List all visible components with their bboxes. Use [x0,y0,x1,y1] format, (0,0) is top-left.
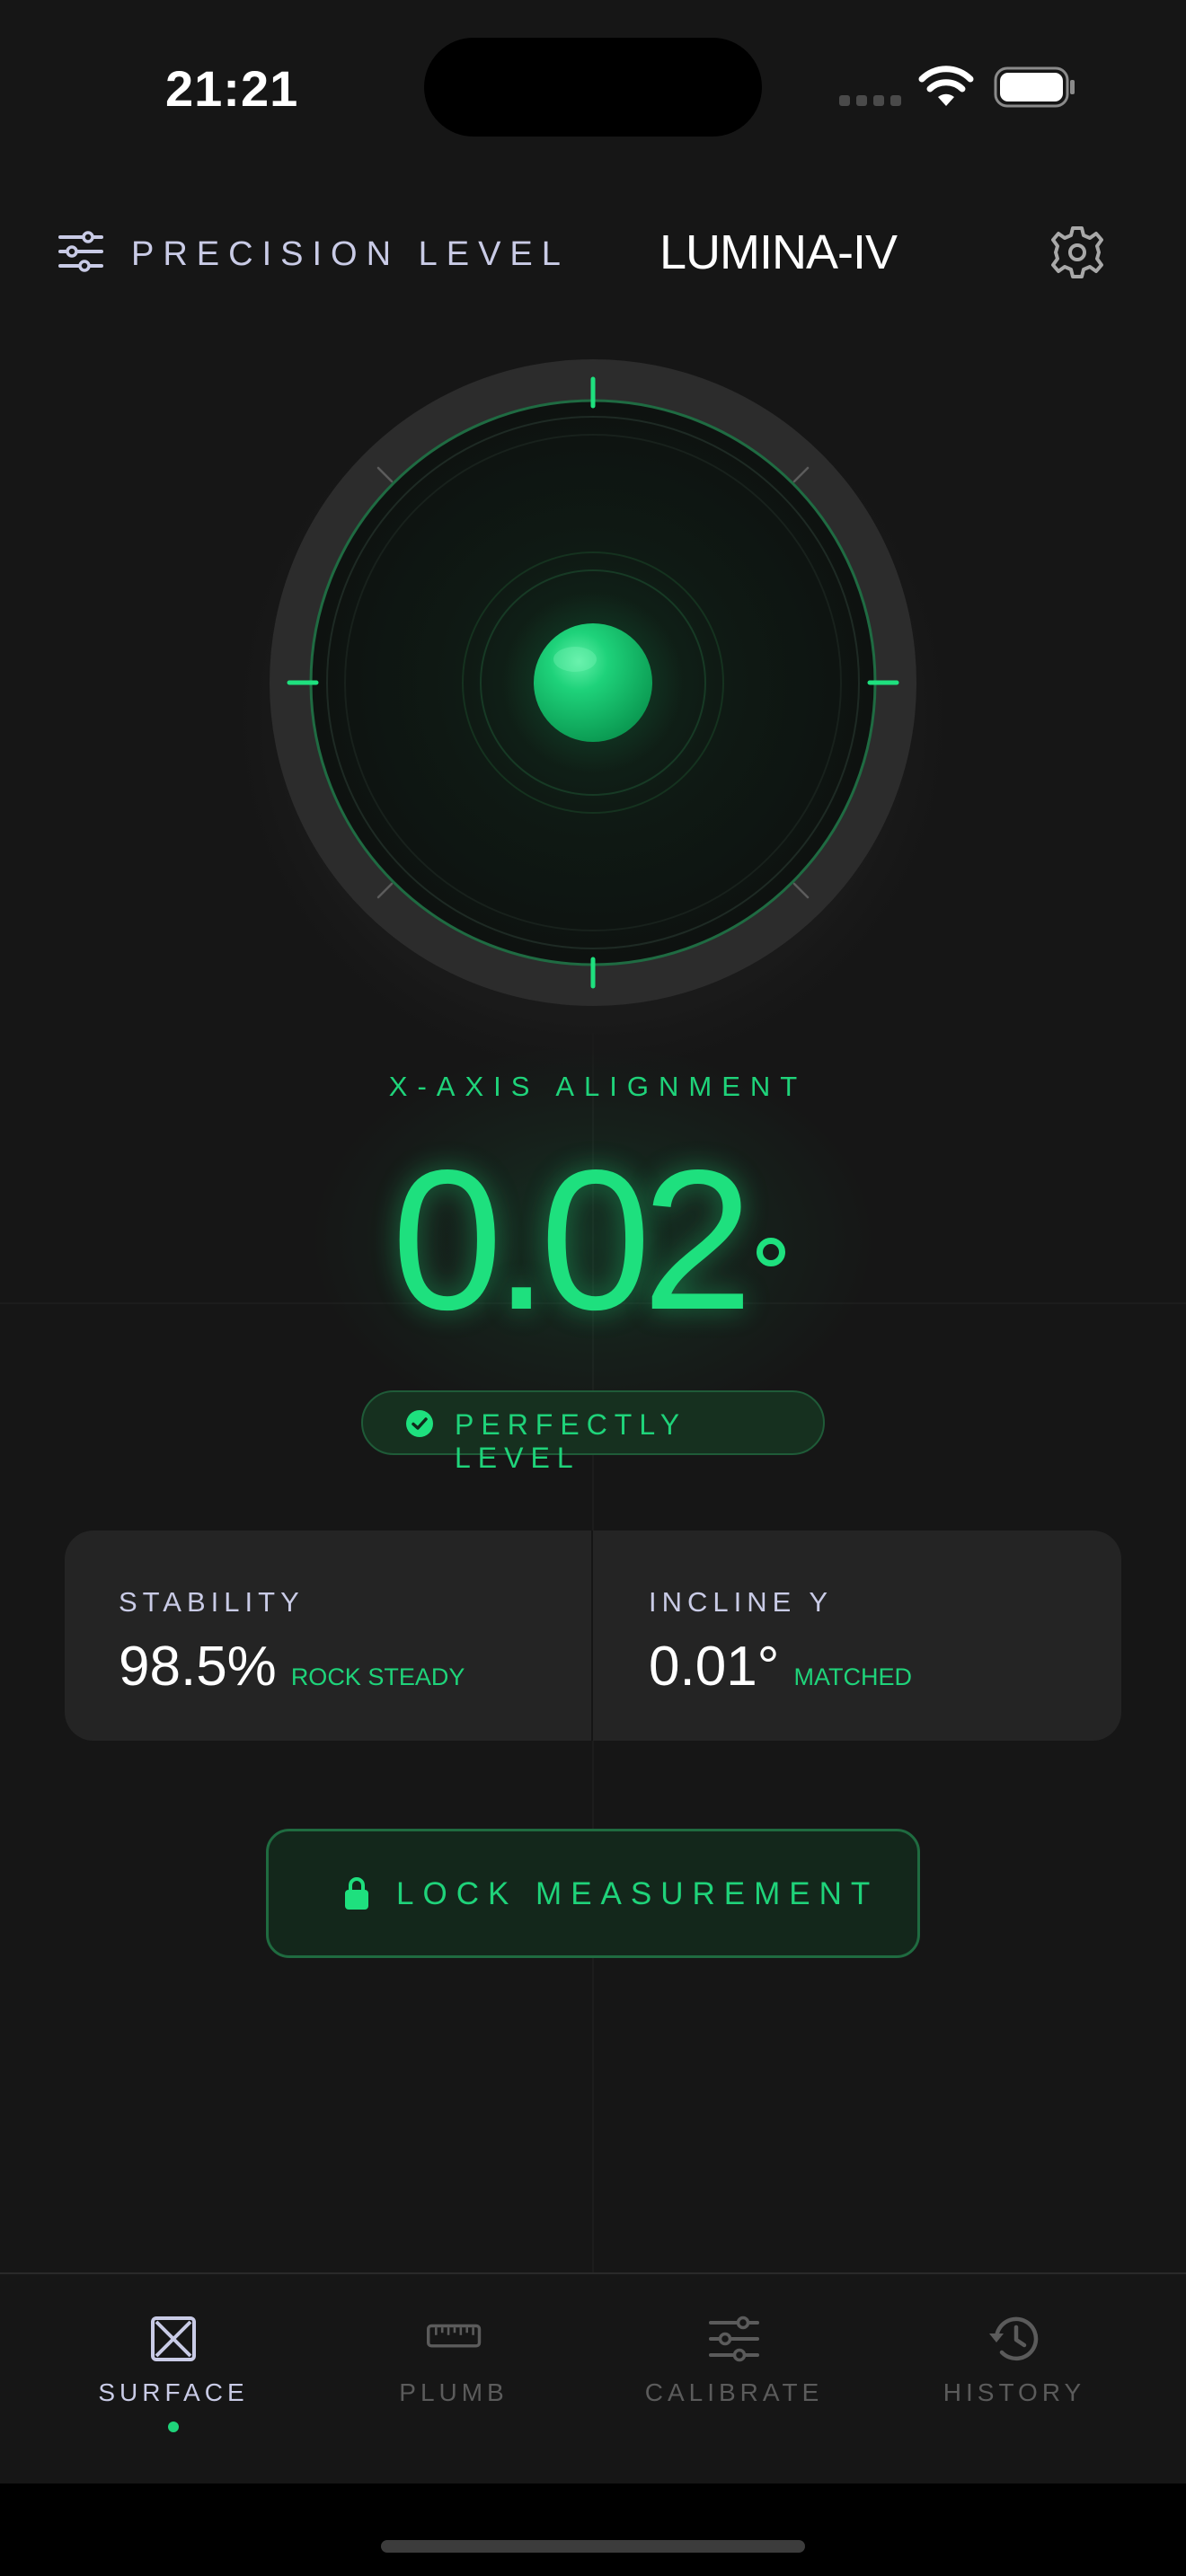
history-icon [989,2316,1039,2361]
home-indicator[interactable] [381,2540,805,2553]
gear-icon[interactable] [1049,225,1105,280]
axis-label: X-AXIS ALIGNMENT [388,1071,808,1102]
stat-stability: STABILITY 98.5% ROCK STEADY [119,1586,465,1698]
tab-history[interactable]: HISTORY [866,2274,1163,2485]
tab-label: PLUMB [399,2378,509,2406]
app-screen: 21:21 PRECISION LEVEL LUMINA-IV X-AXIS A… [0,0,1186,2576]
lock-measurement-button[interactable]: LOCK MEASUREMENT [266,1829,920,1958]
tab-label: HISTORY [943,2378,1086,2406]
tab-bar: SURFACE PLUMB CALIBRATE HISTORY [0,2272,1186,2483]
stat-value: 98.5% [119,1636,277,1698]
page-title: PRECISION LEVEL [131,235,570,273]
ruler-icon [427,2324,482,2348]
lock-measurement-label: LOCK MEASUREMENT [396,1876,880,1911]
level-bubble [534,623,652,742]
surface-icon [151,2316,196,2361]
tab-label: CALIBRATE [644,2378,824,2406]
level-status-badge: PERFECTLY LEVEL [361,1390,825,1474]
wifi-icon [918,66,974,106]
stat-note: MATCHED [793,1663,912,1690]
battery-icon [994,66,1075,108]
tab-label: SURFACE [98,2378,249,2406]
tab-surface[interactable]: SURFACE [25,2274,322,2485]
active-tab-indicator [168,2422,179,2432]
level-status-text: PERFECTLY LEVEL [455,1408,686,1474]
stat-note: ROCK STEADY [290,1663,465,1690]
card-divider [591,1531,593,1741]
check-circle-icon [406,1410,433,1437]
status-time: 21:21 [165,60,299,117]
stats-card: STABILITY 98.5% ROCK STEADY INCLINE Y 0.0… [65,1531,1121,1741]
stat-value: 0.01° [649,1636,780,1698]
degree-symbol [757,1238,785,1266]
tab-plumb[interactable]: PLUMB [305,2274,602,2485]
cellular-signal-icon [839,95,902,106]
stat-label: INCLINE Y [649,1586,834,1618]
stat-label: STABILITY [119,1586,305,1618]
lock-icon [345,1877,368,1910]
device-name: LUMINA-IV [659,225,898,279]
alignment-reading: 0.02 [392,1129,753,1352]
sliders-icon [709,2316,759,2362]
stat-incline-y: INCLINE Y 0.01° MATCHED [649,1586,912,1698]
home-indicator-area [0,2483,1186,2576]
dynamic-island [424,38,762,137]
sliders-icon[interactable] [58,230,104,273]
tab-calibrate[interactable]: CALIBRATE [586,2274,882,2485]
level-dial [216,359,970,1096]
